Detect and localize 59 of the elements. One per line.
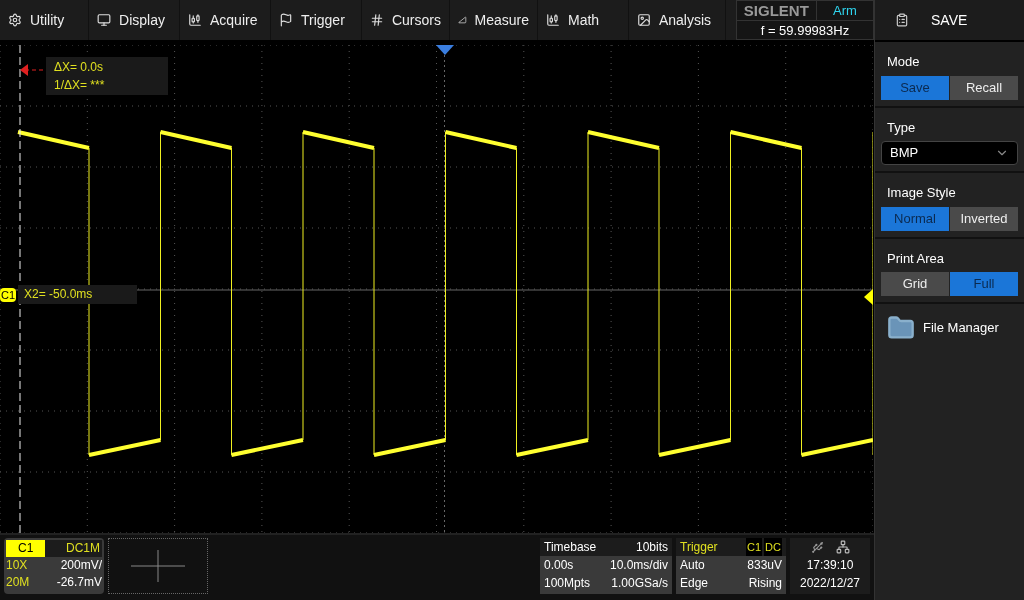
clock-date: 2022/12/27 [799,575,861,592]
probe-text: 10X [6,557,28,574]
delta-x-text: ΔX= 0.0s [54,59,105,76]
trigger-mode-text: Auto [680,557,705,574]
menu-tab[interactable]: Acquire [180,0,271,40]
settings-icon [8,13,22,27]
frequency-readout: f = 59.99983Hz [759,22,851,40]
clipboard-icon [895,13,909,27]
acquisition-status: Arm [832,2,858,20]
panel-title: SAVE [931,10,968,30]
timebase-panel[interactable]: Timebase 10bits 0.00s 10.0ms/div 100Mpts 1.00GSa/s [540,538,672,594]
clock-time: 17:39:10 [806,557,854,574]
menu-tab[interactable]: Utility [0,0,89,40]
sample-rate-text: 1.00GSa/s [611,575,668,592]
inverse-delta-text: 1/ΔX= *** [54,77,106,94]
add-channel-button[interactable] [108,538,208,594]
trigger-type-text: Edge [680,575,709,592]
delay-text: 0.00s [544,557,574,574]
grid-icon [369,13,384,27]
menu-tab[interactable]: Cursors [361,0,450,40]
timebase-scale-text: 10.0ms/div [609,557,668,574]
option-button[interactable]: Inverted [950,206,1018,231]
menu-tab[interactable]: Measure [449,0,538,40]
section-label: Type [886,118,917,137]
trigger-level-text: 833uV [747,557,782,574]
menu-tab[interactable]: Trigger [271,0,362,40]
channel-marker: C1 [0,288,17,302]
monitor-icon [97,13,111,27]
usb-icon [810,540,824,554]
trigger-position-icon [436,45,454,55]
timebase-title: Timebase [544,539,597,556]
plus-icon [131,550,185,582]
folder-icon [887,314,915,342]
section-label: Image Style [886,184,957,202]
trigger-title: Trigger [680,539,718,556]
section-label: Mode [886,53,921,71]
offset-text: -26.7mV [56,574,102,591]
section-label: Print Area [886,249,946,268]
type-dropdown[interactable]: BMP [881,141,1018,165]
scale-text: 200mV/ [60,557,102,574]
trigger-slope-text: Rising [748,575,782,592]
channel-info-panel[interactable]: C1 DC1M 10X 200mV/ 20M -26.7mV [4,538,104,594]
option-button[interactable]: Grid [881,272,949,296]
file-manager-button[interactable]: File Manager [875,304,1024,352]
coupling-text: DC1M [66,540,101,557]
bandwidth-text: 20M [6,574,30,591]
brand-logo: SIGLENT [736,1,817,20]
channel-label: C1 [6,540,46,557]
menu-tab[interactable]: Analysis [628,0,726,40]
trigger-coupling-text: DC [764,538,782,556]
memory-depth-text: 100Mpts [544,575,591,592]
flag-icon [279,13,293,27]
menu-tab[interactable]: Math [537,0,629,40]
trigger-source-text: C1 [746,538,763,556]
x2-cursor-label: X2= -50.0ms [18,285,138,304]
trigger-panel[interactable]: Trigger C1 DC Auto 833uV Edge Rising [676,538,786,594]
bits-text: 10bits [635,539,668,556]
menu-tab[interactable]: Display [89,0,180,40]
option-button[interactable]: Recall [950,75,1018,100]
